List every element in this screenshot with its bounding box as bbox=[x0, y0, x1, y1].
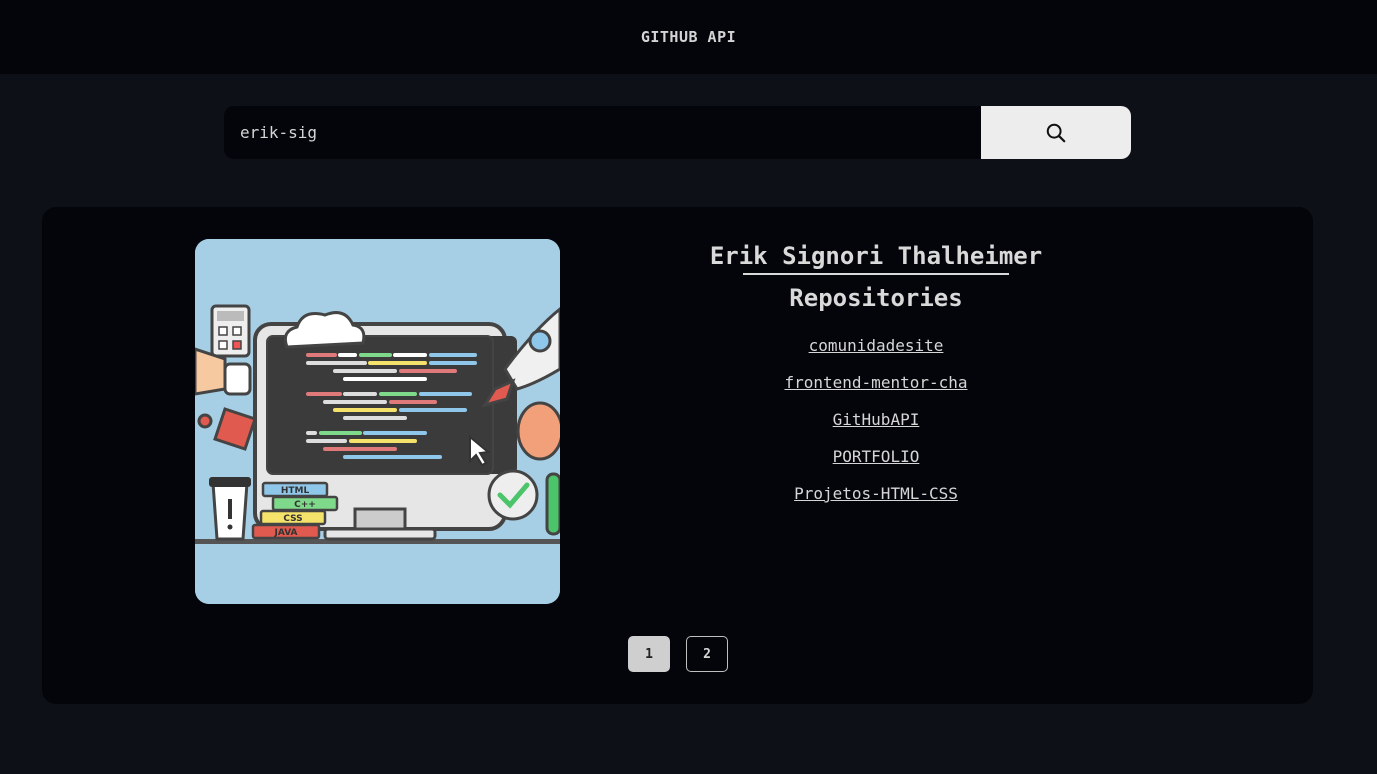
profile-info: Erik Signori Thalheimer Repositories com… bbox=[642, 239, 1110, 512]
developer-illustration: HTML C++ CSS JAVA bbox=[195, 239, 560, 604]
repositories-heading: Repositories bbox=[789, 284, 963, 312]
name-underline bbox=[742, 273, 1010, 275]
avatar: HTML C++ CSS JAVA bbox=[195, 239, 560, 604]
profile-name: Erik Signori Thalheimer bbox=[709, 239, 1043, 275]
book-cpp-label: C++ bbox=[294, 500, 316, 510]
top-bar: GITHUB API bbox=[0, 0, 1377, 74]
repo-link[interactable]: frontend-mentor-cha bbox=[784, 373, 967, 392]
repo-link[interactable]: Projetos-HTML-CSS bbox=[794, 484, 958, 503]
page-button-2[interactable]: 2 bbox=[686, 636, 728, 672]
repository-list: comunidadesite frontend-mentor-cha GitHu… bbox=[642, 327, 1110, 512]
list-item: GitHubAPI bbox=[642, 401, 1110, 438]
app-title: GITHUB API bbox=[640, 28, 737, 46]
profile-name-text: Erik Signori Thalheimer bbox=[709, 242, 1043, 270]
book-html-label: HTML bbox=[281, 486, 310, 496]
repo-link[interactable]: comunidadesite bbox=[809, 336, 944, 355]
list-item: PORTFOLIO bbox=[642, 438, 1110, 475]
search-icon bbox=[1046, 123, 1066, 142]
search-input[interactable] bbox=[224, 106, 981, 159]
search-bar bbox=[224, 106, 1131, 159]
book-css-label: CSS bbox=[283, 514, 302, 524]
list-item: comunidadesite bbox=[642, 327, 1110, 364]
list-item: frontend-mentor-cha bbox=[642, 364, 1110, 401]
repo-link[interactable]: PORTFOLIO bbox=[833, 447, 920, 466]
profile-card: HTML C++ CSS JAVA Erik Signori Thalheime… bbox=[42, 207, 1313, 704]
repo-link[interactable]: GitHubAPI bbox=[833, 410, 920, 429]
list-item: Projetos-HTML-CSS bbox=[642, 475, 1110, 512]
pagination: 1 2 bbox=[628, 636, 728, 672]
page-button-1[interactable]: 1 bbox=[628, 636, 670, 672]
search-button[interactable] bbox=[981, 106, 1131, 159]
book-java-label: JAVA bbox=[273, 528, 297, 538]
